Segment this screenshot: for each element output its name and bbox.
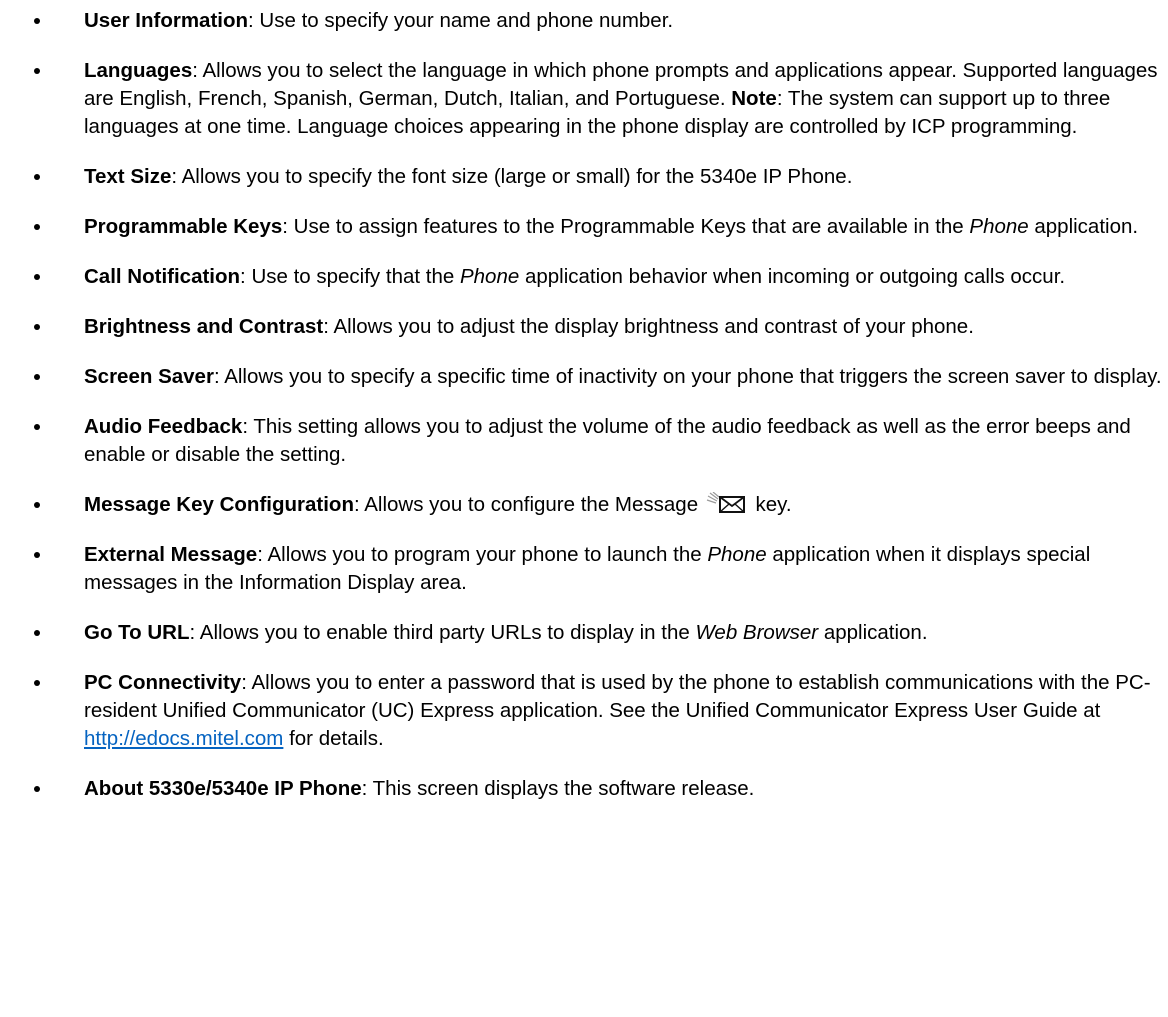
settings-list: User Information: Use to specify your na…: [0, 7, 1168, 825]
item-text: : Use to specify your name and phone num…: [248, 9, 674, 32]
item-text: : Allows you to enter a password that is…: [84, 671, 1151, 722]
list-item-brightness-contrast: Brightness and Contrast: Allows you to a…: [0, 313, 1168, 341]
item-term: PC Connectivity: [84, 671, 242, 694]
item-term: Languages: [84, 59, 193, 82]
item-text: key.: [749, 493, 792, 516]
bullet-icon: [34, 630, 40, 636]
item-text: : Allows you to specify the font size (l…: [171, 165, 853, 188]
item-term: Call Notification: [84, 265, 241, 288]
list-item-programmable-keys: Programmable Keys: Use to assign feature…: [0, 213, 1168, 241]
list-item-languages: Languages: Allows you to select the lang…: [0, 57, 1168, 141]
bullet-icon: [34, 374, 40, 380]
list-item-call-notification: Call Notification: Use to specify that t…: [0, 263, 1168, 291]
item-text: : Allows you to specify a specific time …: [213, 365, 1162, 388]
item-text: : Allows you to program your phone to la…: [257, 543, 708, 566]
item-term: Brightness and Contrast: [84, 315, 324, 338]
list-item-pc-connectivity: PC Connectivity: Allows you to enter a p…: [0, 669, 1168, 753]
app-name: Phone: [969, 215, 1029, 238]
item-text: : Allows you to configure the Message: [353, 493, 704, 516]
item-term: Message Key Configuration: [84, 493, 354, 516]
list-item-user-information: User Information: Use to specify your na…: [0, 7, 1168, 35]
bullet-icon: [34, 18, 40, 24]
list-item-go-to-url: Go To URL: Allows you to enable third pa…: [0, 619, 1168, 647]
bullet-icon: [34, 680, 40, 686]
item-text: : Use to assign features to the Programm…: [282, 215, 970, 238]
bullet-icon: [34, 502, 40, 508]
list-item-about-phone: About 5330e/5340e IP Phone: This screen …: [0, 775, 1168, 803]
app-name: Phone: [707, 543, 767, 566]
item-text: : Allows you to adjust the display brigh…: [323, 315, 974, 338]
item-text: : This setting allows you to adjust the …: [84, 415, 1131, 466]
item-text: for details.: [283, 727, 384, 750]
item-text: : Use to specify that the: [240, 265, 460, 288]
app-name: Web Browser: [695, 621, 819, 644]
item-term: User Information: [84, 9, 249, 32]
item-text: : Allows you to enable third party URLs …: [189, 621, 696, 644]
bullet-icon: [34, 274, 40, 280]
item-term: Programmable Keys: [84, 215, 283, 238]
list-item-text-size: Text Size: Allows you to specify the fon…: [0, 163, 1168, 191]
bullet-icon: [34, 68, 40, 74]
item-term: About 5330e/5340e IP Phone: [84, 777, 362, 800]
item-term: Screen Saver: [84, 365, 214, 388]
message-envelope-icon: [706, 492, 745, 513]
note-label: Note: [731, 87, 777, 110]
list-item-audio-feedback: Audio Feedback: This setting allows you …: [0, 413, 1168, 469]
bullet-icon: [34, 324, 40, 330]
bullet-icon: [34, 224, 40, 230]
bullet-icon: [34, 174, 40, 180]
item-term: Text Size: [84, 165, 172, 188]
app-name: Phone: [459, 265, 520, 288]
bullet-icon: [34, 552, 40, 558]
item-text: application.: [1028, 215, 1139, 238]
item-term: Go To URL: [84, 621, 190, 644]
list-item-external-message: External Message: Allows you to program …: [0, 541, 1168, 597]
bullet-icon: [34, 424, 40, 430]
bullet-icon: [34, 786, 40, 792]
item-text: application behavior when incoming or ou…: [519, 265, 1066, 288]
item-text: : This screen displays the software rele…: [361, 777, 755, 800]
list-item-message-key-configuration: Message Key Configuration: Allows you to…: [0, 491, 1168, 519]
edocs-link[interactable]: http://edocs.mitel.com: [84, 727, 283, 750]
item-term: External Message: [84, 543, 258, 566]
list-item-screen-saver: Screen Saver: Allows you to specify a sp…: [0, 363, 1168, 391]
item-term: Audio Feedback: [84, 415, 243, 438]
item-text: application.: [818, 621, 928, 644]
